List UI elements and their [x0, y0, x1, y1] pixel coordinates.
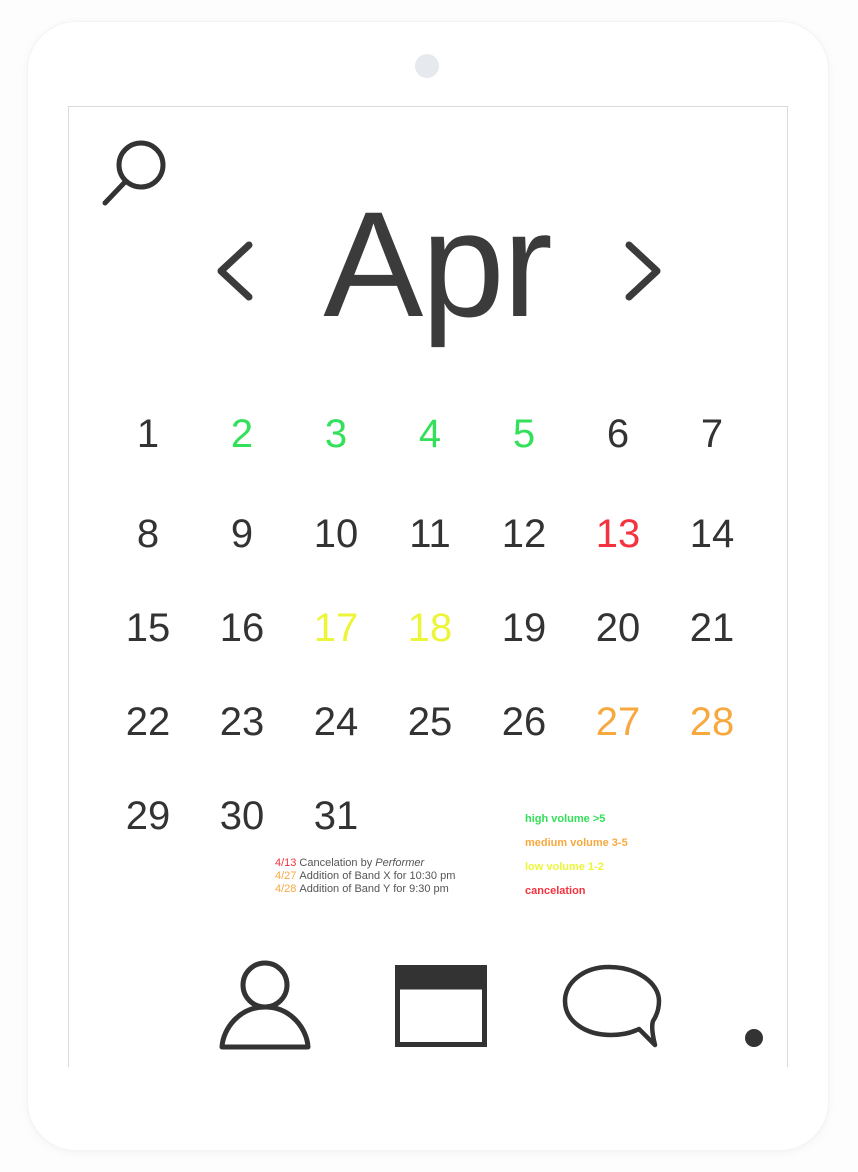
legend-item: high volume >5 — [525, 813, 606, 825]
day-cell[interactable]: 26 — [489, 697, 559, 747]
day-cell[interactable]: 16 — [207, 603, 277, 653]
day-cell[interactable]: 3 — [301, 409, 371, 459]
prev-month-button[interactable] — [211, 235, 261, 307]
day-cell[interactable]: 11 — [395, 509, 465, 559]
more-dot[interactable] — [745, 1029, 763, 1047]
calendar-screen: Apr 1 2 3 4 5 6 7 8 9 10 11 12 13 14 15 16 17 18 19 20 21 22 2… — [68, 106, 788, 1067]
day-cell[interactable]: 6 — [583, 409, 653, 459]
chat-bubble-icon — [562, 964, 662, 1048]
day-cell[interactable]: 9 — [207, 509, 277, 559]
note-line: 4/28 Addition of Band Y for 9:30 pm — [275, 883, 455, 896]
day-cell[interactable]: 12 — [489, 509, 559, 559]
day-cell[interactable]: 18 — [395, 603, 465, 653]
profile-tab[interactable] — [217, 959, 313, 1056]
day-cell[interactable]: 19 — [489, 603, 559, 653]
note-date: 4/13 — [275, 857, 297, 869]
day-cell[interactable]: 1 — [113, 409, 183, 459]
day-cell[interactable]: 2 — [207, 409, 277, 459]
day-cell[interactable]: 20 — [583, 603, 653, 653]
note-text: Addition of Band Y for 9:30 pm — [299, 883, 449, 895]
month-title: Apr — [323, 180, 552, 348]
day-cell[interactable]: 5 — [489, 409, 559, 459]
chat-tab[interactable] — [559, 963, 663, 1058]
day-cell[interactable]: 17 — [301, 603, 371, 653]
next-month-button[interactable] — [617, 235, 667, 307]
day-cell[interactable]: 21 — [677, 603, 747, 653]
note-date: 4/27 — [275, 870, 297, 882]
day-cell[interactable]: 25 — [395, 697, 465, 747]
note-text: Addition of Band X for 10:30 pm — [299, 870, 456, 882]
user-icon — [219, 960, 311, 1050]
tablet-frame: Apr 1 2 3 4 5 6 7 8 9 10 11 12 13 14 15 16 17 18 19 20 21 22 2… — [28, 22, 828, 1150]
legend-item: cancelation — [525, 885, 586, 897]
note-line: 4/27 Addition of Band X for 10:30 pm — [275, 870, 455, 883]
chevron-right-icon — [625, 241, 661, 301]
note-date: 4/28 — [275, 883, 297, 895]
legend-item: low volume 1-2 — [525, 861, 604, 873]
chevron-left-icon — [217, 241, 253, 301]
note-text: Cancelation by — [299, 857, 376, 869]
note-emphasis: Performer — [375, 857, 425, 869]
legend-item: medium volume 3-5 — [525, 837, 628, 849]
day-cell[interactable]: 27 — [583, 697, 653, 747]
day-cell[interactable]: 28 — [677, 697, 747, 747]
search-icon — [102, 140, 166, 206]
camera-dot — [415, 54, 439, 78]
day-cell[interactable]: 24 — [301, 697, 371, 747]
calendar-icon — [395, 965, 487, 1047]
day-cell[interactable]: 15 — [113, 603, 183, 653]
day-cell[interactable]: 14 — [677, 509, 747, 559]
change-notes: 4/13 Cancelation by Performer 4/27 Additio… — [275, 857, 455, 896]
day-cell[interactable]: 23 — [207, 697, 277, 747]
note-line: 4/13 Cancelation by Performer — [275, 857, 455, 870]
day-cell[interactable]: 7 — [677, 409, 747, 459]
calendar-tab[interactable] — [395, 965, 487, 1052]
search-button[interactable] — [101, 137, 173, 209]
day-cell[interactable]: 4 — [395, 409, 465, 459]
volume-legend: high volume >5 medium volume 3-5 low vol… — [525, 807, 628, 903]
day-cell[interactable]: 13 — [583, 509, 653, 559]
day-cell[interactable]: 31 — [301, 791, 371, 841]
day-cell[interactable]: 10 — [301, 509, 371, 559]
day-cell[interactable]: 8 — [113, 509, 183, 559]
day-cell[interactable]: 22 — [113, 697, 183, 747]
day-cell[interactable]: 29 — [113, 791, 183, 841]
day-cell[interactable]: 30 — [207, 791, 277, 841]
